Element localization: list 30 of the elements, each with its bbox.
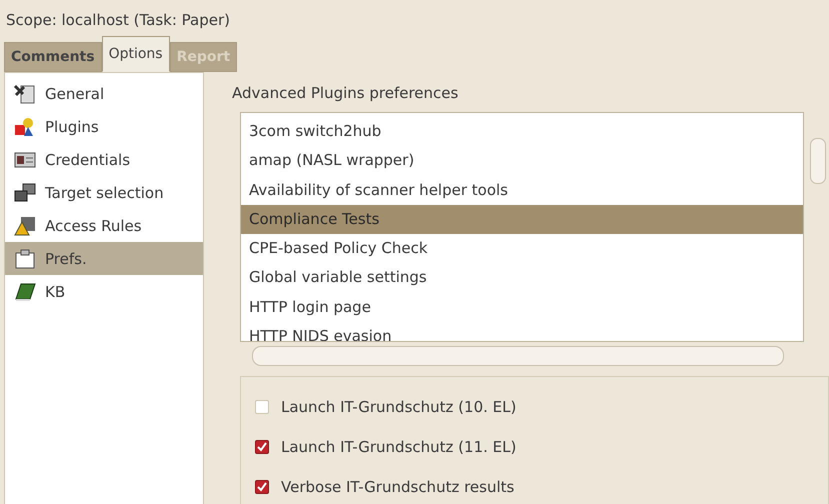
sidebar-item[interactable]: Credentials [5,143,203,176]
plugin-row[interactable]: HTTP login page [241,292,803,322]
plugin-row[interactable]: Availability of scanner helper tools [241,176,803,205]
sidebar-item[interactable]: Plugins [5,110,203,143]
tools-icon [13,82,37,104]
tab[interactable]: Comments [4,42,102,72]
plugin-row[interactable]: Global variable settings [241,263,803,293]
warning-icon [13,214,37,236]
scope-title: Scope: localhost (Task: Paper) [5,10,231,31]
plugin-row[interactable]: 3com switch2hub [241,117,803,146]
checkbox-label: Verbose IT-Grundschutz results [281,478,514,496]
checkbox-label: Launch IT-Grundschutz (11. EL) [281,438,516,456]
sidebar-item[interactable]: Prefs. [5,242,203,275]
section-title: Advanced Plugins preferences [232,84,460,104]
computers-icon [13,182,37,204]
plugin-row[interactable]: HTTP NIDS evasion [241,322,803,341]
clipboard-icon [13,248,37,270]
plugin-row[interactable]: CPE-based Policy Check [241,234,803,264]
sidebar-item[interactable]: Access Rules [5,209,203,242]
sidebar-item[interactable]: KB [5,275,203,308]
sidebar-item[interactable]: Target selection [5,176,203,209]
plugin-row[interactable]: Compliance Tests [241,204,803,234]
tab[interactable]: Options [102,36,170,72]
horizontal-scrollbar[interactable] [252,346,784,366]
checkbox[interactable] [255,480,269,494]
book-icon [13,280,37,302]
checkbox-label: Launch IT-Grundschutz (10. EL) [281,398,516,416]
plugin-row[interactable]: amap (NASL wrapper) [241,146,803,176]
checkbox[interactable] [255,440,269,454]
sidebar-item[interactable]: General [5,77,203,110]
